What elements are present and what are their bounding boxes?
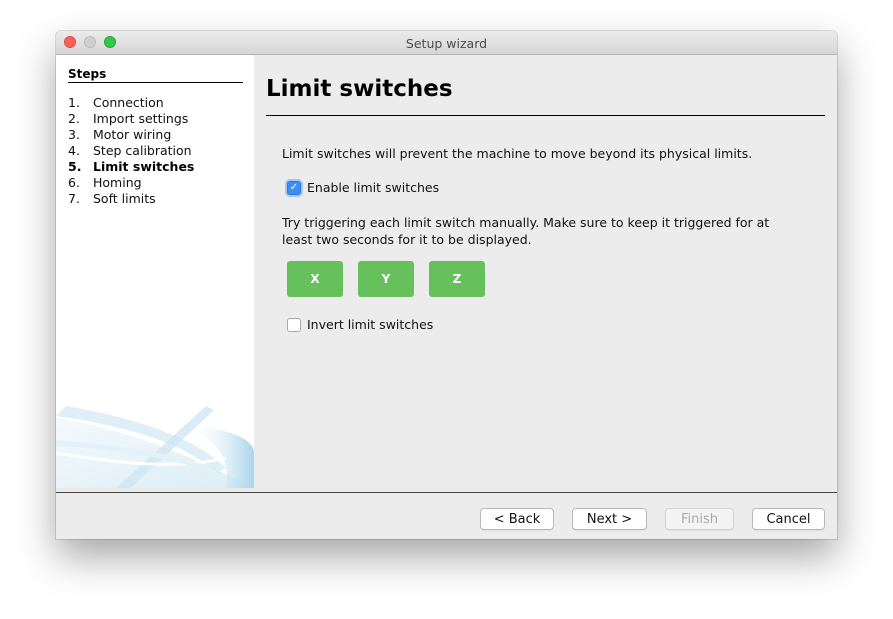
step-item-step-calibration: 4. Step calibration [68, 143, 192, 158]
enable-limit-switches-label: Enable limit switches [307, 180, 440, 195]
window-title: Setup wizard [405, 36, 488, 51]
checkbox-checked-icon[interactable]: ✓ [287, 180, 301, 195]
page-title: Limit switches [266, 76, 453, 102]
enable-limit-switches-checkbox[interactable]: ✓ Enable limit switches [287, 180, 439, 195]
decorative-swoosh-graphic [56, 406, 254, 488]
description-text: Limit switches will prevent the machine … [282, 146, 753, 161]
next-button[interactable]: Next > [572, 508, 647, 530]
step-item-import-settings: 2. Import settings [68, 111, 189, 126]
finish-button[interactable]: Finish [665, 508, 734, 530]
step-item-soft-limits: 7. Soft limits [68, 191, 156, 206]
cancel-button[interactable]: Cancel [752, 508, 825, 530]
back-button[interactable]: < Back [480, 508, 554, 530]
checkbox-unchecked-icon[interactable] [287, 317, 301, 332]
z-axis-indicator: Z [429, 261, 485, 297]
invert-limit-switches-checkbox[interactable]: Invert limit switches [287, 317, 433, 332]
footer-divider [56, 492, 837, 493]
setup-wizard-window: Setup wizard Steps 1. Connection 2. Import… [56, 31, 837, 539]
content-panel: Limit switches Limit switches will preve… [254, 55, 837, 488]
y-axis-indicator: Y [358, 261, 414, 297]
steps-sidebar: Steps 1. Connection 2. Import settings 3. M… [56, 55, 254, 488]
title-bar[interactable]: Setup wizard [56, 31, 837, 55]
hint-text: Try triggering each limit switch manuall… [282, 215, 770, 247]
title-divider [266, 115, 825, 116]
steps-heading: Steps [68, 67, 243, 83]
step-item-motor-wiring: 3. Motor wiring [68, 127, 172, 142]
x-axis-indicator: X [287, 261, 343, 297]
step-item-connection: 1. Connection [68, 95, 164, 110]
steps-list: 1. Connection 2. Import settings 3. Motor w… [68, 95, 194, 207]
step-item-homing: 6. Homing [68, 175, 142, 190]
step-item-limit-switches: 5. Limit switches [68, 159, 195, 174]
invert-limit-switches-label: Invert limit switches [307, 317, 434, 332]
